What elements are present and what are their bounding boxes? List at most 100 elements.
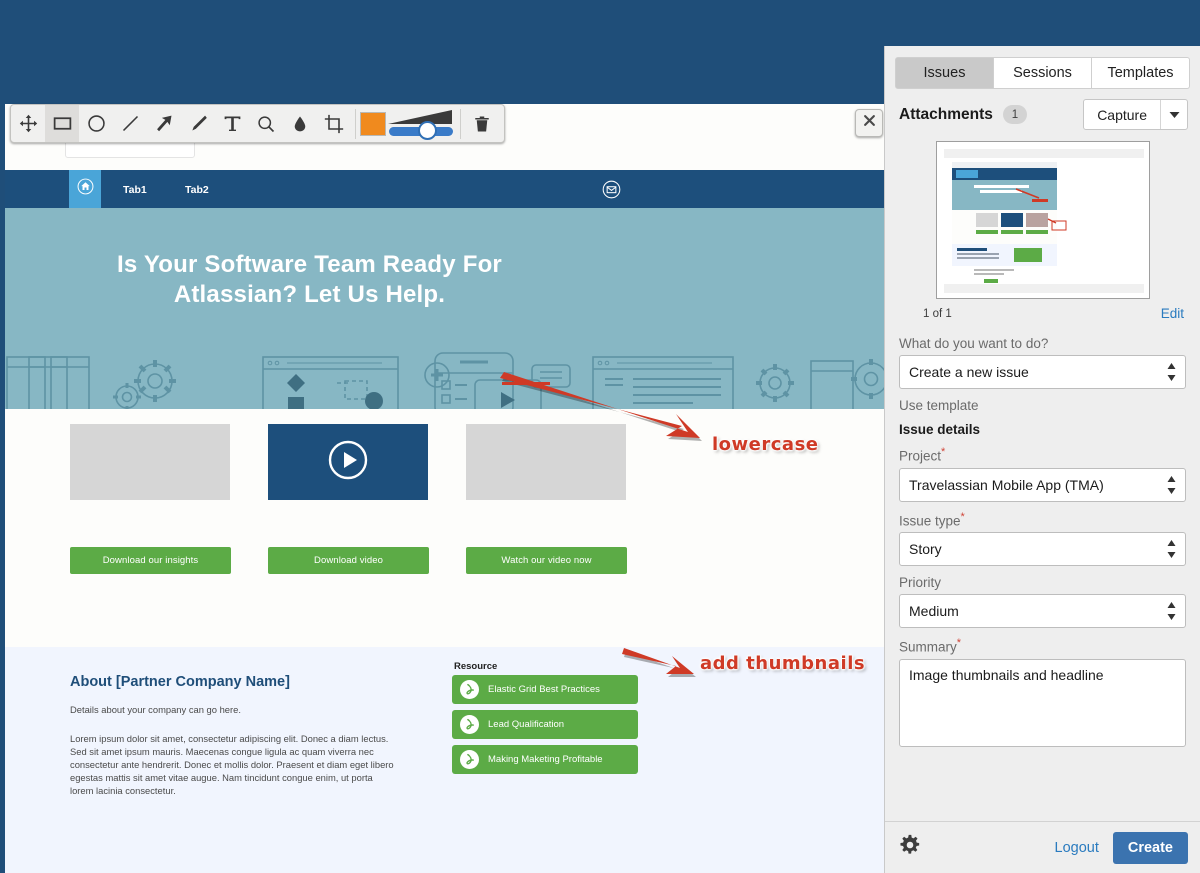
toolbar-divider-2 [460, 109, 461, 139]
close-editor-button[interactable] [855, 109, 883, 137]
toolbar-divider [355, 109, 356, 139]
video-placeholder[interactable] [268, 424, 428, 500]
tab-issues[interactable]: Issues [895, 57, 994, 89]
issue-form: What do you want to do? Create a new iss… [885, 323, 1200, 747]
action-label: What do you want to do? [899, 336, 1186, 351]
issue-type-label-text: Issue type [899, 513, 961, 528]
use-template-label[interactable]: Use template [899, 398, 1186, 413]
close-icon [862, 113, 877, 133]
about-body: Lorem ipsum dolor sit amet, consectetur … [70, 732, 395, 797]
color-swatch[interactable] [360, 112, 386, 136]
priority-select[interactable]: Medium [899, 594, 1186, 628]
image-placeholder-1[interactable] [70, 424, 230, 500]
attachment-thumbnail-preview [944, 149, 1144, 293]
rectangle-icon [52, 113, 73, 134]
priority-label: Priority [899, 575, 1186, 590]
page-hero: Is Your Software Team Ready For Atlassia… [5, 208, 884, 409]
annotation-arrow-1[interactable] [500, 366, 715, 451]
annotation-arrow-2[interactable] [622, 644, 702, 684]
pen-icon [188, 113, 209, 134]
rectangle-tool[interactable] [45, 105, 79, 142]
about-title: About [Partner Company Name] [70, 674, 290, 690]
ellipse-icon [86, 113, 107, 134]
capture-button-group: Capture [1083, 99, 1188, 130]
required-marker: * [941, 446, 945, 458]
capture-dropdown-button[interactable] [1160, 100, 1187, 129]
tab-sessions[interactable]: Sessions [994, 57, 1092, 89]
resource-item-2-label: Lead Qualification [488, 719, 564, 730]
resource-item-1-label: Elastic Grid Best Practices [488, 684, 600, 695]
action-select-value: Create a new issue [909, 364, 1029, 380]
required-marker: * [957, 637, 961, 649]
project-select-value: Travelassian Mobile App (TMA) [909, 477, 1104, 493]
sidebar-footer: Logout Create [885, 821, 1200, 873]
download-insights-button[interactable]: Download our insights [70, 547, 231, 574]
resource-item-1[interactable]: Elastic Grid Best Practices [452, 675, 638, 704]
annotation-toolbar [10, 104, 505, 143]
summary-label: Summary* [899, 637, 1186, 655]
summary-textarea[interactable]: Image thumbnails and headline [899, 659, 1186, 747]
capture-button[interactable]: Capture [1084, 100, 1160, 129]
envelope-icon [602, 186, 621, 203]
text-tool[interactable] [215, 105, 249, 142]
issue-details-heading: Issue details [899, 422, 1186, 437]
blur-tool[interactable] [283, 105, 317, 142]
watch-video-button[interactable]: Watch our video now [466, 547, 627, 574]
droplet-icon [291, 115, 309, 133]
resource-item-2[interactable]: Lead Qualification [452, 710, 638, 739]
nav-tab-2[interactable]: Tab2 [185, 184, 209, 196]
create-button[interactable]: Create [1113, 832, 1188, 864]
spinner-icon [1167, 476, 1176, 497]
thumbnail-image [944, 149, 1144, 293]
captured-page: PARTNER LOGO Tab1 Tab2 [5, 104, 884, 873]
play-icon [326, 438, 370, 487]
summary-label-text: Summary [899, 640, 957, 655]
move-tool[interactable] [11, 105, 45, 142]
annotation-underline[interactable] [502, 382, 550, 385]
annotation-lowercase-text[interactable]: lowercase [712, 434, 819, 455]
magnify-icon [256, 114, 276, 134]
settings-button[interactable] [899, 834, 921, 861]
delete-button[interactable] [465, 105, 499, 142]
stroke-weight-slider[interactable] [386, 105, 456, 142]
tab-templates[interactable]: Templates [1092, 57, 1190, 89]
issue-type-select[interactable]: Story [899, 532, 1186, 566]
home-icon [77, 178, 94, 200]
nav-home-button[interactable] [69, 170, 101, 208]
project-label: Project* [899, 446, 1186, 464]
line-tool[interactable] [113, 105, 147, 142]
magnify-tool[interactable] [249, 105, 283, 142]
annotation-add-thumbnails-text[interactable]: add thumbnails [700, 653, 865, 674]
pen-tool[interactable] [181, 105, 215, 142]
issue-type-select-value: Story [909, 541, 942, 557]
nav-mail-button[interactable] [602, 180, 621, 204]
spinner-icon [1167, 363, 1176, 384]
pdf-icon [460, 715, 479, 734]
hero-illustration [5, 335, 884, 409]
about-lead: Details about your company can go here. [70, 703, 410, 716]
download-video-button[interactable]: Download video [268, 547, 429, 574]
text-icon [222, 113, 243, 134]
page-nav: Tab1 Tab2 [5, 170, 884, 208]
priority-select-value: Medium [909, 603, 959, 619]
page-about-section: About [Partner Company Name] Details abo… [5, 647, 884, 873]
project-select[interactable]: Travelassian Mobile App (TMA) [899, 468, 1186, 502]
spinner-icon [1167, 540, 1176, 561]
gear-icon [899, 834, 921, 861]
nav-tab-1[interactable]: Tab1 [123, 184, 147, 196]
edit-attachment-link[interactable]: Edit [1161, 306, 1184, 321]
crop-tool[interactable] [317, 105, 351, 142]
ellipse-tool[interactable] [79, 105, 113, 142]
resource-item-3[interactable]: Making Maketing Profitable [452, 745, 638, 774]
arrow-tool[interactable] [147, 105, 181, 142]
logout-link[interactable]: Logout [1055, 840, 1099, 856]
hero-headline: Is Your Software Team Ready For Atlassia… [5, 250, 884, 310]
chevron-down-icon [1169, 106, 1180, 124]
attachment-thumbnail[interactable] [936, 141, 1150, 299]
action-select[interactable]: Create a new issue [899, 355, 1186, 389]
trash-icon [473, 115, 491, 133]
media-column-2: Download video [268, 424, 429, 574]
line-icon [120, 113, 141, 134]
stroke-weight-knob[interactable] [418, 121, 437, 140]
crop-icon [324, 114, 344, 134]
